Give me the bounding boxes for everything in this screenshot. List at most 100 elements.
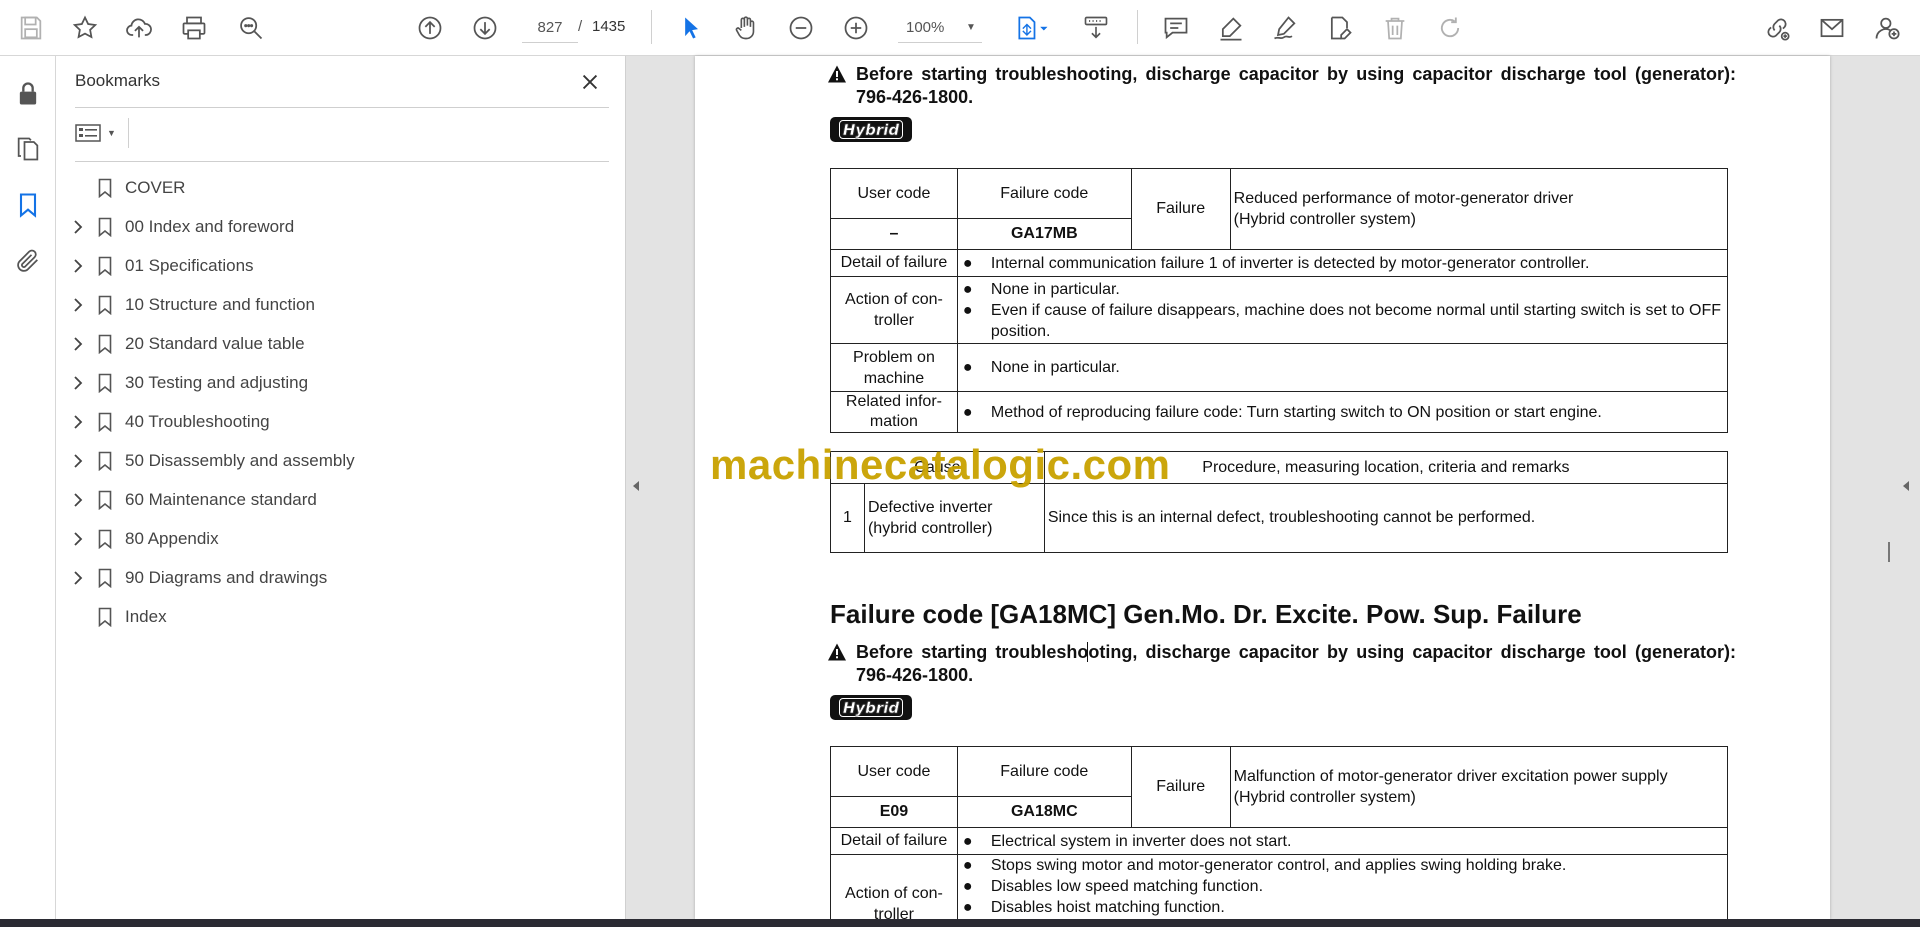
bookmark-icon	[96, 410, 114, 434]
search-zoom-icon[interactable]	[234, 11, 268, 45]
bookmark-item[interactable]: Index	[56, 597, 626, 636]
collapse-right-icon[interactable]	[1900, 476, 1912, 496]
bookmark-item[interactable]: 01 Specifications	[56, 246, 626, 285]
user-code-value: –	[830, 218, 958, 250]
chevron-right-icon[interactable]	[70, 373, 86, 393]
share-link-icon[interactable]	[1760, 11, 1794, 45]
action-value: ● None in particular. ● Even if cause of f…	[956, 276, 1729, 344]
chevron-right-icon[interactable]	[70, 256, 86, 276]
scroll-mode-icon[interactable]	[1079, 11, 1113, 45]
failure-code-header: Failure code	[956, 746, 1132, 797]
chevron-right-icon[interactable]	[70, 490, 86, 510]
warning-note: Before starting troubleshooting, dischar…	[828, 641, 1736, 689]
print-icon[interactable]	[177, 11, 211, 45]
bottom-bar	[0, 919, 1920, 927]
bookmark-item[interactable]: 80 Appendix	[56, 519, 626, 558]
lock-icon[interactable]	[11, 77, 45, 111]
select-cursor-icon[interactable]	[674, 11, 708, 45]
bookmark-item[interactable]: 30 Testing and adjusting	[56, 363, 626, 402]
page-up-icon[interactable]	[413, 11, 447, 45]
detail-label: Detail of failure	[830, 827, 958, 855]
redo-icon[interactable]	[1433, 11, 1467, 45]
delete-icon[interactable]	[1378, 11, 1412, 45]
save-icon[interactable]	[14, 11, 48, 45]
navigation-rail	[0, 56, 56, 919]
divider	[75, 161, 609, 162]
bookmark-label: Index	[125, 606, 167, 626]
toolbar-separator	[1137, 10, 1138, 44]
zoom-value: 100%	[906, 19, 945, 36]
chevron-right-icon[interactable]	[70, 529, 86, 549]
scrollbar-thumb[interactable]	[1888, 542, 1890, 562]
bookmark-icon	[96, 488, 114, 512]
bookmark-item[interactable]: 20 Standard value table	[56, 324, 626, 363]
chevron-right-icon[interactable]	[70, 217, 86, 237]
bookmark-item[interactable]: 60 Maintenance standard	[56, 480, 626, 519]
chevron-down-icon: ▼	[966, 22, 976, 33]
comment-icon[interactable]	[1159, 11, 1193, 45]
bookmark-item[interactable]: 50 Disassembly and assembly	[56, 441, 626, 480]
page-fit-icon[interactable]	[1008, 11, 1054, 45]
chevron-right-icon[interactable]	[70, 568, 86, 588]
draw-icon[interactable]	[1268, 11, 1302, 45]
zoom-in-icon[interactable]	[839, 11, 873, 45]
upload-icon[interactable]	[122, 11, 156, 45]
warning-text: Before starting troubleshooting, dischar…	[856, 642, 1736, 685]
stamp-icon[interactable]	[1323, 11, 1357, 45]
chevron-right-icon[interactable]	[70, 451, 86, 471]
bookmark-icon	[96, 293, 114, 317]
page-number-input[interactable]	[522, 13, 578, 43]
list-options-icon	[75, 124, 101, 142]
bookmark-item[interactable]: 40 Troubleshooting	[56, 402, 626, 441]
attachments-icon[interactable]	[11, 244, 45, 278]
bookmark-icon	[96, 215, 114, 239]
section-title: Failure code [GA18MC] Gen.Mo. Dr. Excite…	[830, 599, 1582, 629]
email-icon[interactable]	[1815, 11, 1849, 45]
highlight-pen-icon[interactable]	[1214, 11, 1248, 45]
zoom-select[interactable]: 100% ▼	[898, 13, 982, 43]
procedure-value: Since this is an internal defect, troubl…	[1043, 483, 1729, 553]
bookmark-label: 80 Appendix	[125, 528, 219, 548]
document-viewport[interactable]: machinecatalogic.com Before starting tro…	[626, 56, 1920, 919]
failure-code-value: GA18MC	[956, 796, 1132, 828]
zoom-out-icon[interactable]	[784, 11, 818, 45]
failure-code-value: GA17MB	[956, 218, 1132, 250]
detail-value: ● Electrical system in inverter does not …	[956, 827, 1729, 855]
bookmark-star-icon[interactable]	[68, 11, 102, 45]
failure-description: Malfunction of motor-generator driver ex…	[1229, 746, 1729, 828]
bookmarks-panel: Bookmarks ▼ COVER 00 Index and foreword 01…	[56, 56, 626, 919]
warning-icon	[828, 65, 846, 83]
close-icon[interactable]	[576, 68, 604, 96]
failure-header: Failure	[1130, 168, 1231, 250]
chevron-right-icon[interactable]	[70, 412, 86, 432]
bookmark-icon	[96, 527, 114, 551]
hybrid-badge: Hybrid	[830, 117, 912, 142]
toolbar-separator	[651, 10, 652, 44]
bookmark-icon	[96, 449, 114, 473]
cause-value: Defective inverter (hybrid controller)	[863, 483, 1045, 553]
bookmarks-icon[interactable]	[11, 188, 45, 222]
bookmark-item[interactable]: 00 Index and foreword	[56, 207, 626, 246]
chevron-down-icon: ▼	[107, 128, 116, 138]
account-icon[interactable]	[1870, 11, 1904, 45]
chevron-right-icon[interactable]	[70, 295, 86, 315]
action-label: Action of con-troller	[830, 276, 958, 344]
failure-table-ga18mc: User code Failure code Failure Malfuncti…	[830, 746, 1729, 919]
bookmark-label: COVER	[125, 177, 186, 197]
chevron-right-icon[interactable]	[70, 334, 86, 354]
bookmark-item[interactable]: 10 Structure and function	[56, 285, 626, 324]
failure-code-header: Failure code	[956, 168, 1132, 219]
bookmark-label: 01 Specifications	[125, 255, 254, 275]
watermark-text: machinecatalogic.com	[710, 441, 1171, 488]
text-cursor	[1087, 642, 1088, 662]
divider	[128, 118, 129, 148]
bookmark-options-button[interactable]: ▼	[75, 118, 127, 148]
collapse-left-icon[interactable]	[630, 476, 642, 496]
pages-icon[interactable]	[11, 132, 45, 166]
bookmark-label: 50 Disassembly and assembly	[125, 450, 355, 470]
page-down-icon[interactable]	[468, 11, 502, 45]
hand-tool-icon[interactable]	[729, 11, 763, 45]
bookmark-item[interactable]: COVER	[56, 168, 626, 207]
bookmark-item[interactable]: 90 Diagrams and drawings	[56, 558, 626, 597]
main-toolbar: / 1435 100% ▼	[0, 0, 1920, 56]
